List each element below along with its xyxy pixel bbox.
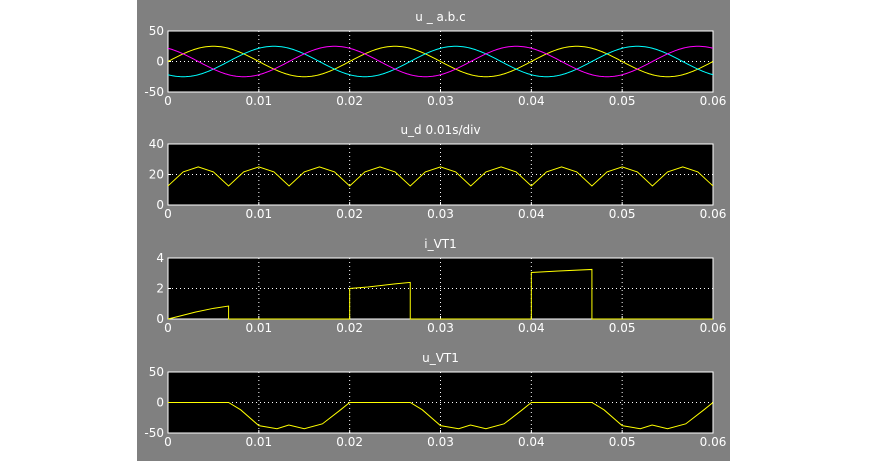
y-tick-label: 2 [156,282,164,296]
x-tick-label: 0.02 [336,207,363,221]
y-tick-label: -50 [144,426,164,440]
y-tick-label: 4 [156,251,164,265]
y-tick-label: 0 [156,396,164,410]
x-tick-label: 0.03 [427,321,454,335]
x-tick-label: 0.06 [700,207,727,221]
plot-title: u _ a.b.c [415,10,465,24]
x-tick-label: 0.01 [245,435,272,449]
x-tick-label: 0.06 [700,435,727,449]
scope-window: u _ a.b.c 0 0.01 0.02 0.03 0.04 0.05 0.06 50 0 -50… [137,0,730,461]
x-tick-label: 0 [164,94,172,108]
x-tick-label: 0 [164,207,172,221]
y-tick-label: -50 [144,85,164,99]
plot-3: i_VT1 0 0.01 0.02 0.03 0.04 0.05 0.06 4 2 0 [156,237,726,335]
x-tick-label: 0.05 [609,207,636,221]
x-tick-label: 0.06 [700,321,727,335]
plot-title: u_d 0.01s/div [400,123,480,137]
x-tick-label: 0.03 [427,94,454,108]
x-tick-label: 0.03 [427,435,454,449]
plot-title: i_VT1 [424,237,457,251]
scope-plots: u _ a.b.c0 0.01 0.02 0.03 0.04 0.05 0.06500-50… [144,10,727,449]
y-tick-label: 50 [149,24,164,38]
y-tick-label: 20 [149,168,164,182]
plot-1: u _ a.b.c0 0.01 0.02 0.03 0.04 0.05 0.06500-50 [144,10,726,108]
x-tick-label: 0.04 [518,435,545,449]
x-tick-label: 0.01 [245,207,272,221]
y-tick-label: 0 [156,55,164,69]
y-tick-label: 0 [156,198,164,212]
x-tick-label: 0.02 [336,435,363,449]
plot-2: u_d 0.01s/div 0 0.01 0.02 0.03 0.04 0.05 0.06 40… [149,123,727,221]
x-tick-label: 0.05 [609,435,636,449]
x-tick-label: 0.04 [518,207,545,221]
y-tick-label: 0 [156,312,164,326]
x-tick-label: 0.06 [700,94,727,108]
x-tick-label: 0 [164,435,172,449]
x-tick-label: 0.05 [609,321,636,335]
plot-4: u_VT10 0.01 0.02 0.03 0.04 0.05 0.06500-50 [144,351,726,449]
x-tick-label: 0.05 [609,94,636,108]
x-tick-label: 0.01 [245,321,272,335]
x-tick-label: 0.04 [518,321,545,335]
y-tick-label: 50 [149,365,164,379]
x-tick-label: 0.02 [336,94,363,108]
plot-title: u_VT1 [422,351,459,365]
x-tick-label: 0.04 [518,94,545,108]
x-tick-label: 0.02 [336,321,363,335]
x-tick-label: 0 [164,321,172,335]
y-tick-label: 40 [149,137,164,151]
x-tick-label: 0.03 [427,207,454,221]
x-tick-label: 0.01 [245,94,272,108]
